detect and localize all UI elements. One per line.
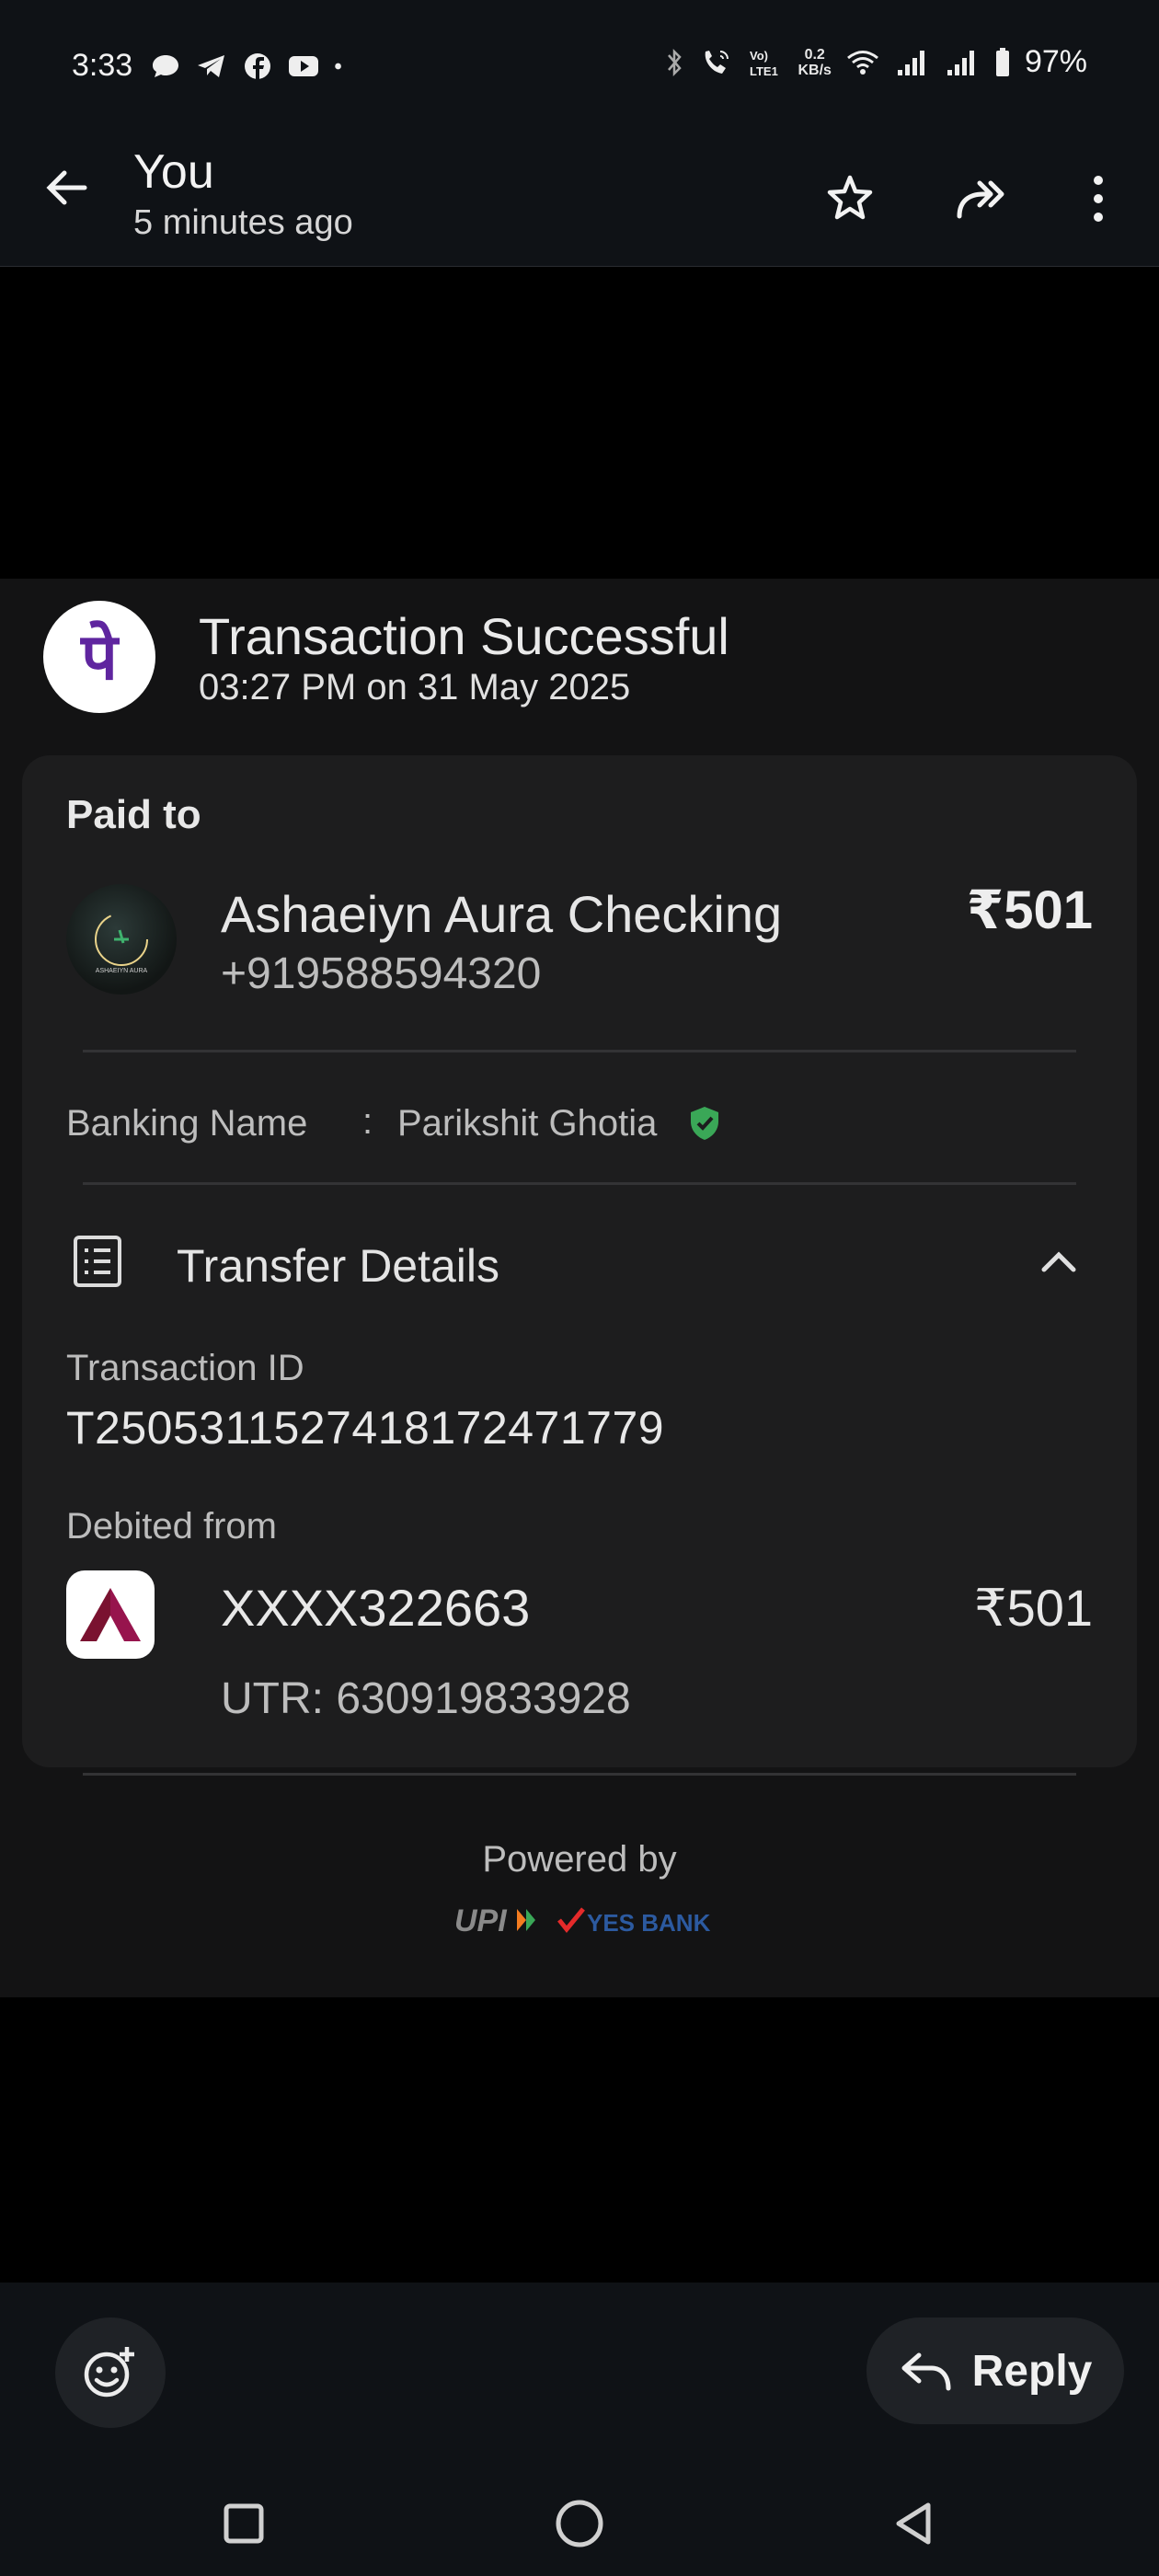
status-time: 3:33 [72,48,133,83]
more-vert-icon [1094,176,1103,222]
circle-icon [556,2500,603,2547]
payment-amount: ₹501 [966,880,1093,940]
star-icon [827,175,873,220]
verified-shield-icon [691,1107,718,1140]
upi-yesbank-logo: UPI YES BANK [454,1903,710,1938]
paid-to-label: Paid to [66,792,201,837]
banking-name-value: Parikshit Ghotia [397,1103,658,1144]
bottom-bar: Reply [0,2283,1159,2576]
forward-button[interactable] [946,162,1019,236]
reply-label: Reply [971,2346,1093,2396]
message-icon [153,55,178,77]
arrow-back-icon [46,170,87,205]
svg-text:ASHAEIYN AURA: ASHAEIYN AURA [96,968,148,974]
payee-phone: +919588594320 [221,949,542,998]
back-button[interactable] [37,158,96,217]
banking-name-label: Banking Name [66,1103,308,1144]
star-button[interactable] [813,162,887,236]
nav-recents-button[interactable] [207,2487,281,2560]
image-padding-top [0,268,1159,579]
chevron-up-icon [1041,1251,1076,1272]
utr-number: UTR: 630919833928 [221,1674,631,1723]
powered-by-label: Powered by [482,1839,677,1880]
more-options-button[interactable] [1061,162,1135,236]
signal-icon [897,50,924,75]
reply-button[interactable]: Reply [866,2317,1124,2424]
debited-amount: ₹501 [973,1579,1093,1637]
square-icon [224,2503,264,2544]
divider [83,1773,1076,1776]
transaction-status-title: Transaction Successful [199,607,729,665]
svg-text:LTE1: LTE1 [750,64,778,78]
app-bar: You 5 minutes ago [0,138,1159,267]
volte-icon: Vo)LTE1 [750,49,778,78]
collapse-transfer-details[interactable] [1027,1230,1091,1294]
divider [83,1050,1076,1052]
react-emoji-button[interactable] [55,2317,166,2428]
conversation-subtitle: 5 minutes ago [133,203,353,242]
dot-icon [335,63,341,70]
title-wrap: You 5 minutes ago [133,138,353,245]
telegram-icon [198,55,224,77]
notification-icons [149,52,351,81]
banking-name-colon: : [362,1101,373,1142]
transaction-card: Paid to ASHAEIYN AURA Ashaeiyn Aura Chec… [22,755,1137,1767]
net-speed: 0.2 KB/s [798,47,831,78]
image-padding-bottom [0,1997,1159,2283]
divider [83,1182,1076,1185]
net-speed-value: 0.2 [804,46,825,63]
add-reaction-icon [84,2347,134,2398]
upi-logo-text: UPI [454,1903,508,1938]
transaction-datetime: 03:27 PM on 31 May 2025 [199,667,631,707]
payee-avatar: ASHAEIYN AURA [66,884,177,995]
yes-bank-logo-text: YES BANK [587,1909,710,1937]
debited-from-label: Debited from [66,1506,277,1547]
payee-logo-icon: ASHAEIYN AURA [95,913,148,974]
transaction-id-label: Transaction ID [66,1348,304,1388]
reply-icon [901,2352,951,2391]
transaction-id-value: T2505311527418172471779 [66,1402,665,1454]
receipt-list-icon [74,1236,121,1287]
account-number: XXXX322663 [221,1579,531,1637]
bluetooth-icon [668,48,683,76]
call-icon [706,50,729,74]
forward-icon [957,180,1004,219]
conversation-title: You [133,145,214,199]
youtube-icon [289,56,318,76]
nav-home-button[interactable] [543,2487,616,2560]
svg-text:Vo): Vo) [750,49,768,63]
nav-back-button[interactable] [877,2487,950,2560]
wifi-icon [846,50,878,75]
axis-bank-logo [66,1570,155,1659]
battery-icon [995,47,1009,76]
phonepe-logo: पे [43,601,155,713]
status-bar: 3:33 Vo) LTE1 0.2 KB/s 97% [0,0,1159,138]
status-right: Vo) LTE1 0.2 KB/s 97% [663,44,1087,80]
payee-name: Ashaeiyn Aura Checking [221,885,783,943]
triangle-back-icon [896,2502,931,2545]
transfer-details-label: Transfer Details [177,1240,500,1292]
phonepe-logo-glyph: पे [81,619,118,695]
axis-bank-icon [80,1588,141,1641]
receipt-image[interactable]: पे Transaction Successful 03:27 PM on 31… [0,579,1159,1997]
battery-percent: 97% [1024,44,1087,79]
facebook-icon [245,53,270,79]
signal-icon [947,50,974,75]
net-speed-unit: KB/s [798,62,832,78]
